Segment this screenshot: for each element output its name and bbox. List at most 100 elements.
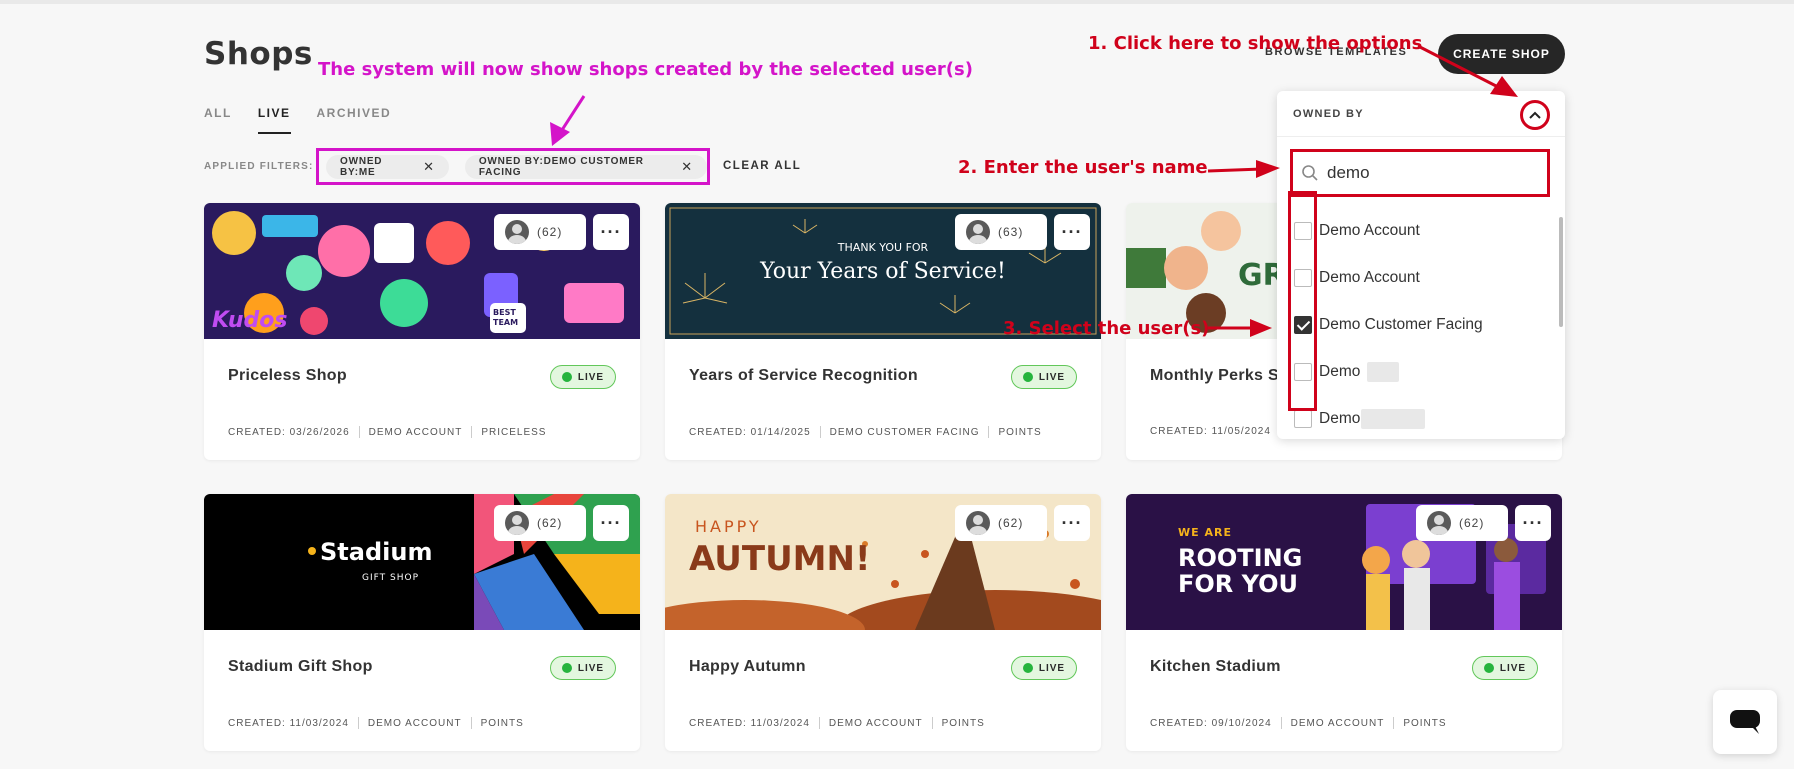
shop-owners-badge[interactable]: (62) [955,505,1047,541]
shop-card[interactable]: WE ARE ROOTING FOR YOU (62) ··· Kitchen … [1126,494,1562,751]
owner-option[interactable]: Demo [1277,395,1555,442]
more-options-button[interactable]: ··· [1054,214,1090,250]
owners-count: (62) [537,225,563,239]
owner-option-label: Demo Customer Facing [1319,315,1483,333]
svg-text:AUTUMN!: AUTUMN! [689,539,870,579]
filter-chip-owned-by-me: OWNED BY:ME ✕ [326,154,449,179]
live-dot-icon [1022,372,1033,382]
avatar-icon [505,220,529,244]
avatar-icon [966,511,990,535]
redacted-text [1361,408,1425,429]
shop-title[interactable]: Priceless Shop [228,367,347,385]
filter-chip-label: OWNED BY:DEMO CUSTOMER FACING [478,155,644,178]
chevron-up-icon[interactable] [1520,100,1550,130]
owner-option-label: Demo Account [1319,221,1420,239]
svg-text:GIFT SHOP: GIFT SHOP [362,573,419,583]
shop-owner: DEMO ACCOUNT [828,717,923,729]
more-options-button[interactable]: ··· [593,505,629,541]
shop-type: POINTS [480,717,524,729]
owners-count: (62) [537,516,563,530]
dropdown-scrollbar[interactable] [1559,217,1563,327]
more-options-button[interactable]: ··· [1054,505,1090,541]
remove-filter-icon[interactable]: ✕ [681,159,693,175]
owner-option[interactable]: Demo Account [1277,207,1555,254]
owner-option-label: Demo [1319,362,1361,380]
created-date: CREATED: 03/26/2026 [228,426,350,438]
live-dot-icon [1483,663,1494,673]
shop-meta: CREATED: 03/26/2026 DEMO ACCOUNT PRICELE… [228,426,546,438]
tab-all[interactable]: ALL [204,106,232,134]
clear-all-filters-link[interactable]: CLEAR ALL [723,160,801,172]
owner-search-input[interactable] [1327,163,1527,183]
shop-owner: DEMO CUSTOMER FACING [829,426,980,438]
shop-owner: DEMO ACCOUNT [1290,717,1385,729]
top-border [0,0,1794,4]
shop-title[interactable]: Kitchen Stadium [1150,658,1281,676]
owner-option[interactable]: Demo [1277,348,1555,395]
filter-chip-label: OWNED BY:ME [340,155,383,178]
created-date: CREATED: 11/03/2024 [689,717,810,729]
status-label: LIVE [1038,662,1066,674]
remove-filter-icon[interactable]: ✕ [423,159,435,175]
shop-owner: DEMO ACCOUNT [367,717,462,729]
shop-card[interactable]: HAPPY AUTUMN! (62) ··· Happy Autumn LIVE… [665,494,1101,751]
create-shop-button[interactable]: CREATE SHOP [1438,34,1565,74]
filter-chip-owned-by-demo-customer-facing: OWNED BY:DEMO CUSTOMER FACING ✕ [464,154,707,179]
shop-owners-badge[interactable]: (62) [1416,505,1508,541]
shop-title[interactable]: Happy Autumn [689,658,806,676]
shop-type: PRICELESS [481,426,547,438]
avatar-icon [505,511,529,535]
svg-text:TEAM: TEAM [493,318,518,327]
owner-option[interactable]: Demo Account [1277,254,1555,301]
owner-search-field[interactable] [1290,149,1550,197]
search-icon [1302,165,1318,181]
owned-by-dropdown: OWNED BY Demo Account Demo Account Demo … [1277,91,1565,439]
svg-text:Kudos: Kudos [212,308,287,333]
annotation-filter-note: The system will now show shops created b… [318,59,973,80]
svg-text:BEST: BEST [493,308,516,317]
annotation-step-1: 1. Click here to show the options [1088,33,1423,54]
owners-count: (63) [998,225,1024,239]
more-options-button[interactable]: ··· [1515,505,1551,541]
shop-card[interactable]: Kudos BEST TEAM (62) ··· Priceless Shop … [204,203,640,460]
status-label: LIVE [1038,371,1066,383]
tab-live[interactable]: LIVE [257,106,291,134]
shop-type: POINTS [998,426,1042,438]
checkbox-highlight [1288,191,1317,411]
status-badge: LIVE [550,656,616,680]
created-date: CREATED: 11/03/2024 [228,717,349,729]
owner-option-label: Demo Account [1319,268,1420,286]
chat-icon [1730,710,1760,734]
status-badge: LIVE [1011,365,1077,389]
shop-title[interactable]: Monthly Perks Sh [1150,367,1289,385]
shop-meta: CREATED: 11/05/2024 [1150,426,1271,437]
shop-owners-badge[interactable]: (62) [494,214,586,250]
shops-page: Shops BROWSE TEMPLATES CREATE SHOP ALL L… [0,0,1794,769]
status-label: LIVE [577,662,605,674]
shop-owners-badge[interactable]: (62) [494,505,586,541]
shop-meta: CREATED: 09/10/2024 DEMO ACCOUNT POINTS [1150,717,1447,729]
status-badge: LIVE [1011,656,1077,680]
status-badge: LIVE [1472,656,1538,680]
shop-title[interactable]: Years of Service Recognition [689,367,918,385]
shop-card[interactable]: Stadium GIFT SHOP (62) ··· Stadium Gift … [204,494,640,751]
checkbox[interactable] [1294,409,1312,428]
created-date: CREATED: 09/10/2024 [1150,717,1272,729]
annotation-step-3: 3. Select the user(s) [1003,318,1210,339]
svg-text:Your Years of Service!: Your Years of Service! [759,259,1006,284]
shop-owners-badge[interactable]: (63) [955,214,1047,250]
shop-meta: CREATED: 11/03/2024 DEMO ACCOUNT POINTS [228,717,524,729]
more-options-button[interactable]: ··· [593,214,629,250]
owned-by-select[interactable]: OWNED BY [1277,91,1565,137]
live-dot-icon [561,663,572,673]
chat-widget-button[interactable] [1713,690,1777,754]
svg-text:ROOTING: ROOTING [1178,544,1302,572]
shop-title[interactable]: Stadium Gift Shop [228,658,373,676]
live-dot-icon [561,372,572,382]
redacted-text [1367,361,1399,382]
svg-text:FOR YOU: FOR YOU [1178,570,1298,598]
shop-type: POINTS [941,717,985,729]
owner-option[interactable]: Demo Customer Facing [1277,301,1555,348]
tab-archived[interactable]: ARCHIVED [317,106,392,134]
page-title: Shops [204,36,313,72]
